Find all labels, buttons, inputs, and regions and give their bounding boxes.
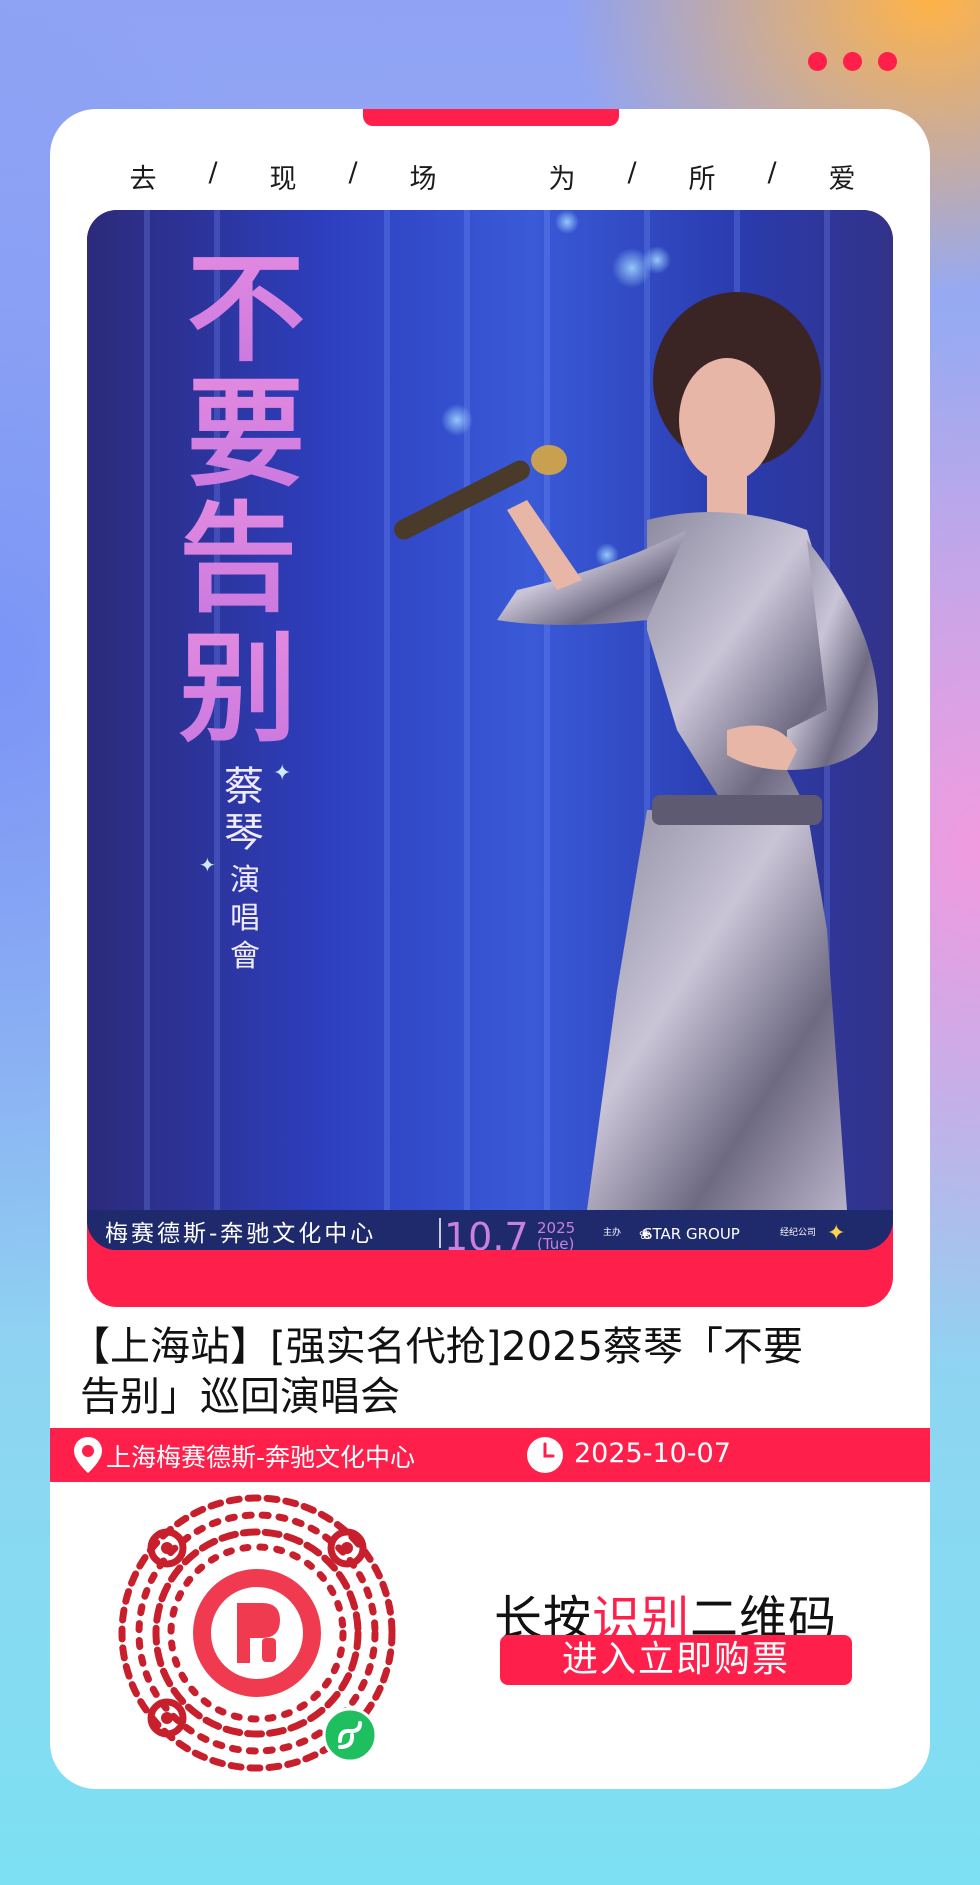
poster-venue: 梅赛德斯-奔驰文化中心 [105, 1221, 376, 1247]
poster-agency-label: 经纪公司 [780, 1226, 816, 1238]
poster[interactable]: 不 要 告 别 蔡 琴 演 唱 會 ✦ ✦ 梅赛德斯-奔驰文化中心 10.7 2… [87, 210, 893, 1307]
poster-artist-char: 唱 [230, 901, 260, 936]
more-dots-icon[interactable] [808, 52, 897, 71]
poster-title-char-4: 别 [179, 619, 297, 758]
organizer-logo-icon: ❀ [639, 1227, 651, 1243]
event-date: 2025-10-07 [574, 1438, 731, 1469]
sparkle-icon: ✦ [273, 761, 291, 786]
event-venue: 上海梅赛德斯-奔驰文化中心 [106, 1443, 416, 1472]
event-info-bar: 上海梅赛德斯-奔驰文化中心 2025-10-07 [50, 1428, 930, 1482]
dot [808, 52, 827, 71]
poster-organizer: STAR GROUP [643, 1225, 740, 1243]
slogan-char: 为 [548, 164, 576, 195]
slogan-char: 场 [409, 164, 437, 195]
poster-title: 不 要 告 别 [179, 239, 305, 758]
slogan-separator: / [208, 157, 218, 188]
poster-image: 不 要 告 别 蔡 琴 演 唱 會 ✦ ✦ 梅赛德斯-奔驰文化中心 10.7 2… [87, 210, 893, 1250]
poster-date-big: 10.7 [444, 1215, 529, 1250]
dot [878, 52, 897, 71]
poster-artist-char: 演 [230, 863, 260, 898]
event-title-line-2: 告别」巡回演唱会 [80, 1374, 400, 1420]
dot [843, 52, 862, 71]
poster-artist-char: 蔡 [224, 764, 264, 810]
qr-code[interactable] [112, 1488, 402, 1778]
agency-logo-icon: ✦ [827, 1221, 845, 1246]
buy-ticket-button[interactable]: 进入立即购票 [500, 1635, 852, 1685]
location-pin-icon [74, 1437, 102, 1473]
slogan-separator: / [627, 157, 637, 188]
slogan: 去 / 现 / 场 为 / 所 / 爱 [50, 157, 930, 197]
poster-artist-char: 琴 [224, 810, 264, 856]
slogan-char: 爱 [828, 164, 856, 195]
card-tab [363, 109, 619, 126]
event-title[interactable]: 【上海站】[强实名代抢]2025蔡琴「不要 告别」巡回演唱会 [70, 1322, 864, 1422]
poster-title-char-2: 要 [187, 364, 305, 503]
slogan-char: 所 [688, 164, 716, 195]
ticket-card: 去 / 现 / 场 为 / 所 / 爱 不 要 告 别 蔡 琴 演 唱 會 ✦ … [50, 109, 930, 1789]
event-title-line-1: 【上海站】[强实名代抢]2025蔡琴「不要 [70, 1324, 804, 1370]
poster-organizer-label: 主办 [603, 1226, 621, 1238]
slogan-separator: / [767, 157, 777, 188]
poster-artist-char: 會 [230, 939, 260, 974]
slogan-separator: / [348, 157, 358, 188]
poster-title-char-3: 告 [179, 489, 297, 628]
poster-weekday: (Tue) [537, 1235, 574, 1250]
slogan-char: 去 [129, 164, 157, 195]
clock-icon [527, 1437, 563, 1473]
poster-title-char-1: 不 [187, 239, 305, 378]
slogan-char: 现 [269, 164, 297, 195]
mini-program-icon [322, 1707, 378, 1763]
sparkle-icon: ✦ [199, 853, 216, 877]
